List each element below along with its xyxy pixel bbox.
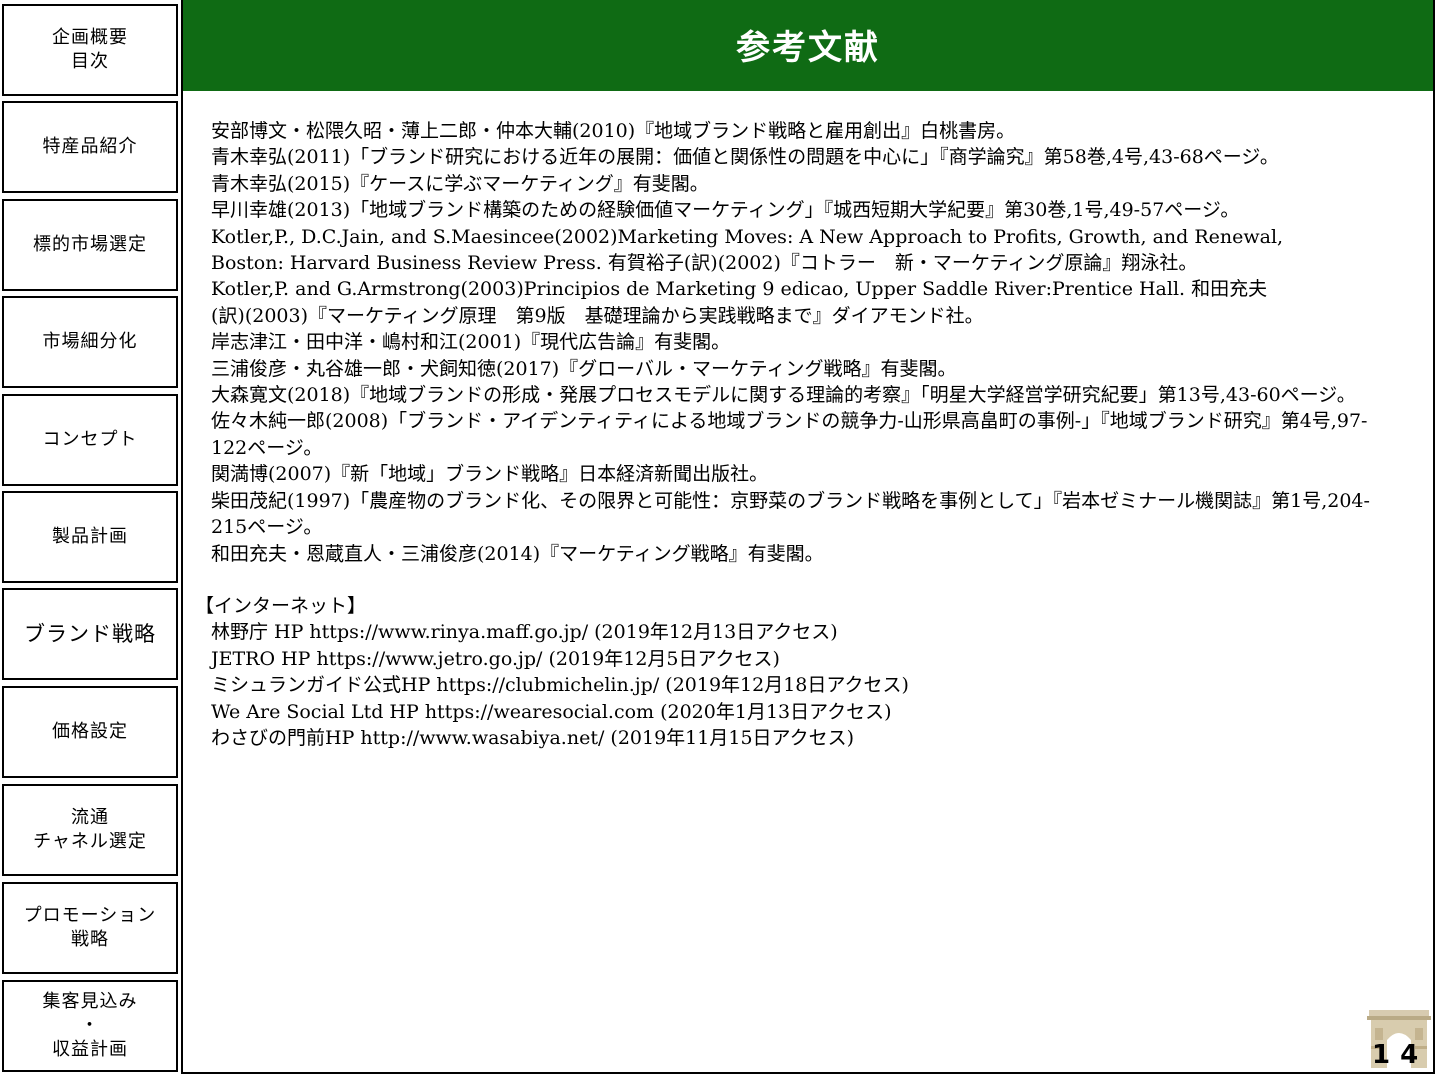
reference-text: 関満博(2007)『新「地域」ブランド戦略』日本経済新聞出版社。: [211, 463, 769, 486]
reference-text: Kotler,P., D.C.Jain, and S.Maesincee(200…: [211, 225, 1284, 248]
internet-reference-item: JETRO HP https://www.jetro.go.jp/ (2019年…: [211, 647, 780, 670]
sidebar-item-target-market[interactable]: 標的市場選定: [2, 199, 178, 291]
reference-item: 青木幸弘(2011)「ブランド研究における近年の展開：価値と関係性の問題を中心に…: [211, 144, 1426, 170]
sidebar-item-label: ・: [80, 1015, 100, 1036]
sidebar-item-promotion[interactable]: プロモーション 戦略: [2, 882, 178, 974]
reference-text: 青木幸弘(2015)『ケースに学ぶマーケティング』有斐閣。: [211, 172, 709, 195]
internet-heading: 【インターネット】: [195, 594, 367, 617]
sidebar-item-label: 戦略: [71, 929, 109, 950]
sidebar-item-plan-overview[interactable]: 企画概要 目次: [2, 4, 178, 96]
reference-text: 大森寛文(2018)『地域ブランドの形成・発展プロセスモデルに関する理論的考察』…: [211, 384, 1356, 407]
reference-item: 関満博(2007)『新「地域」ブランド戦略』日本経済新聞出版社。: [211, 461, 1426, 487]
reference-text: 佐々木純一郎(2008)「ブランド・アイデンティティによる地域ブランドの競争力-…: [211, 410, 1368, 433]
page-number: 14: [1372, 1040, 1429, 1070]
title-bar: 参考文献: [183, 0, 1433, 91]
sidebar-item-label: ブランド戦略: [24, 622, 156, 646]
sidebar-item-label: チャネル選定: [33, 831, 147, 852]
sidebar-item-brand-strategy[interactable]: ブランド戦略: [2, 588, 178, 680]
reference-text-continued: Boston: Harvard Business Review Press. 有…: [211, 252, 1198, 275]
reference-item: 青木幸弘(2015)『ケースに学ぶマーケティング』有斐閣。: [211, 171, 1426, 197]
internet-reference-item: 林野庁 HP https://www.rinya.maff.go.jp/ (20…: [211, 621, 838, 644]
sidebar-item-label: 標的市場選定: [33, 234, 147, 255]
reference-item: 岸志津江・田中洋・嶋村和江(2001)『現代広告論』有斐閣。: [211, 329, 1426, 355]
reference-item: 安部博文・松隈久昭・薄上二郎・仲本大輔(2010)『地域ブランド戦略と雇用創出』…: [211, 118, 1426, 144]
sidebar-item-revenue-plan[interactable]: 集客見込み ・ 収益計画: [2, 980, 178, 1072]
sidebar-item-segmentation[interactable]: 市場細分化: [2, 296, 178, 388]
sidebar-item-specialty-products[interactable]: 特産品紹介: [2, 101, 178, 193]
reference-text: 安部博文・松隈久昭・薄上二郎・仲本大輔(2010)『地域ブランド戦略と雇用創出』…: [211, 120, 1016, 142]
page-title: 参考文献: [736, 28, 880, 68]
reference-item: 佐々木純一郎(2008)「ブランド・アイデンティティによる地域ブランドの競争力-…: [211, 408, 1426, 461]
reference-item: 早川幸雄(2013)「地域ブランド構築のための経験価値マーケティング」『城西短期…: [211, 197, 1426, 223]
internet-reference-item: We Are Social Ltd HP https://wearesocial…: [211, 700, 892, 723]
internet-reference-item: ミシュランガイド公式HP https://clubmichelin.jp/ (2…: [211, 674, 909, 697]
sidebar-item-label: 特産品紹介: [42, 136, 138, 157]
reference-text: 三浦俊彦・丸谷雄一郎・犬飼知徳(2017)『グローバル・マーケティング戦略』有斐…: [211, 357, 957, 380]
reference-text: 青木幸弘(2011)「ブランド研究における近年の展開：価値と関係性の問題を中心に…: [211, 146, 1279, 169]
reference-text: 早川幸雄(2013)「地域ブランド構築のための経験価値マーケティング」『城西短期…: [211, 199, 1240, 222]
reference-item: 大森寛文(2018)『地域ブランドの形成・発展プロセスモデルに関する理論的考察』…: [211, 382, 1426, 408]
reference-item: Kotler,P., D.C.Jain, and S.Maesincee(200…: [211, 224, 1426, 277]
sidebar-item-pricing[interactable]: 価格設定: [2, 686, 178, 778]
reference-text-continued: 215ページ。: [211, 516, 323, 539]
reference-text-continued: (訳)(2003)『マーケティング原理 第9版 基礎理論から実践戦略まで』ダイア…: [211, 304, 984, 327]
sidebar-item-label: プロモーション: [23, 905, 157, 926]
sidebar-item-label: コンセプト: [42, 429, 138, 450]
sidebar-item-label: 価格設定: [52, 721, 128, 742]
sidebar-item-label: 集客見込み: [42, 991, 138, 1012]
sidebar-item-product-plan[interactable]: 製品計画: [2, 491, 178, 583]
sidebar-item-distribution[interactable]: 流通 チャネル選定: [2, 784, 178, 876]
internet-reference-item: わさびの門前HP http://www.wasabiya.net/ (2019年…: [211, 726, 854, 749]
reference-text: 柴田茂紀(1997)「農産物のブランド化、その限界と可能性：京野菜のブランド戦略…: [211, 489, 1370, 512]
reference-item: Kotler,P. and G.Armstrong(2003)Principio…: [211, 276, 1426, 329]
reference-item: 三浦俊彦・丸谷雄一郎・犬飼知徳(2017)『グローバル・マーケティング戦略』有斐…: [211, 356, 1426, 382]
sidebar-item-label: 企画概要: [52, 27, 128, 48]
sidebar-item-label: 製品計画: [52, 526, 128, 547]
reference-text-continued: 122ページ。: [211, 436, 323, 459]
reference-item: 和田充夫・恩蔵直人・三浦俊彦(2014)『マーケティング戦略』有斐閣。: [211, 541, 1426, 567]
sidebar-item-label: 市場細分化: [42, 331, 138, 352]
reference-text: 和田充夫・恩蔵直人・三浦俊彦(2014)『マーケティング戦略』有斐閣。: [211, 542, 824, 565]
reference-text: Kotler,P. and G.Armstrong(2003)Principio…: [211, 278, 1268, 301]
sidebar-item-label: 流通: [71, 807, 109, 828]
sidebar-item-label: 目次: [71, 51, 109, 72]
reference-item: 柴田茂紀(1997)「農産物のブランド化、その限界と可能性：京野菜のブランド戦略…: [211, 488, 1426, 541]
sidebar-item-label: 収益計画: [52, 1039, 128, 1060]
reference-text: 岸志津江・田中洋・嶋村和江(2001)『現代広告論』有斐閣。: [211, 331, 731, 354]
sidebar-item-concept[interactable]: コンセプト: [2, 394, 178, 486]
main-content: 参考文献 安部博文・松隈久昭・薄上二郎・仲本大輔(2010)『地域ブランド戦略と…: [181, 0, 1435, 1074]
references-section: 安部博文・松隈久昭・薄上二郎・仲本大輔(2010)『地域ブランド戦略と雇用創出』…: [195, 118, 1426, 751]
